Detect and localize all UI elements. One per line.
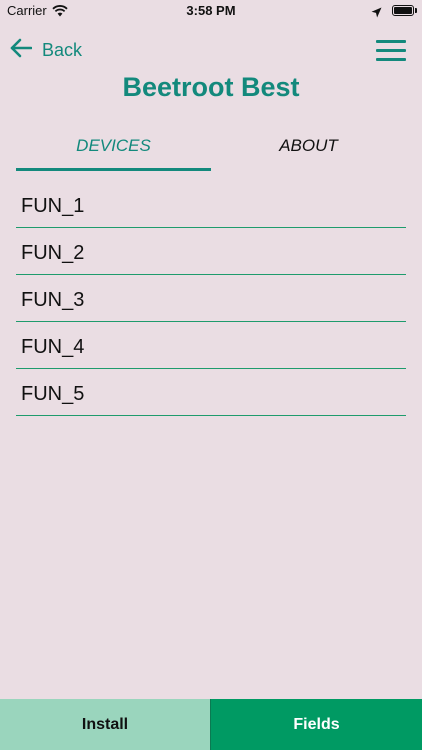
device-item-fun-4[interactable]: FUN_4 (16, 323, 406, 369)
device-item-fun-5[interactable]: FUN_5 (16, 370, 406, 416)
battery-nub (415, 8, 417, 13)
device-item-fun-3[interactable]: FUN_3 (16, 276, 406, 322)
battery-icon (392, 5, 414, 16)
arrow-left-icon (10, 38, 33, 63)
back-button[interactable]: Back (10, 36, 82, 64)
bottom-action-bar: Install Fields (0, 699, 422, 750)
hamburger-menu-button[interactable] (376, 40, 406, 62)
back-label: Back (42, 39, 83, 60)
tab-devices[interactable]: DEVICES (16, 122, 211, 171)
tab-about[interactable]: ABOUT (211, 122, 406, 171)
status-time: 3:58 PM (186, 3, 236, 18)
status-bar: Carrier 3:58 PM (0, 0, 422, 22)
device-list: FUN_1 FUN_2 FUN_3 FUN_4 FUN_5 (16, 182, 406, 417)
tab-bar: DEVICES ABOUT (16, 122, 406, 171)
install-button[interactable]: Install (0, 699, 210, 750)
location-arrow-icon (371, 5, 382, 23)
fields-button[interactable]: Fields (210, 699, 422, 750)
device-item-fun-1[interactable]: FUN_1 (16, 182, 406, 228)
device-item-fun-2[interactable]: FUN_2 (16, 229, 406, 275)
page-title: Beetroot Best (122, 72, 300, 102)
